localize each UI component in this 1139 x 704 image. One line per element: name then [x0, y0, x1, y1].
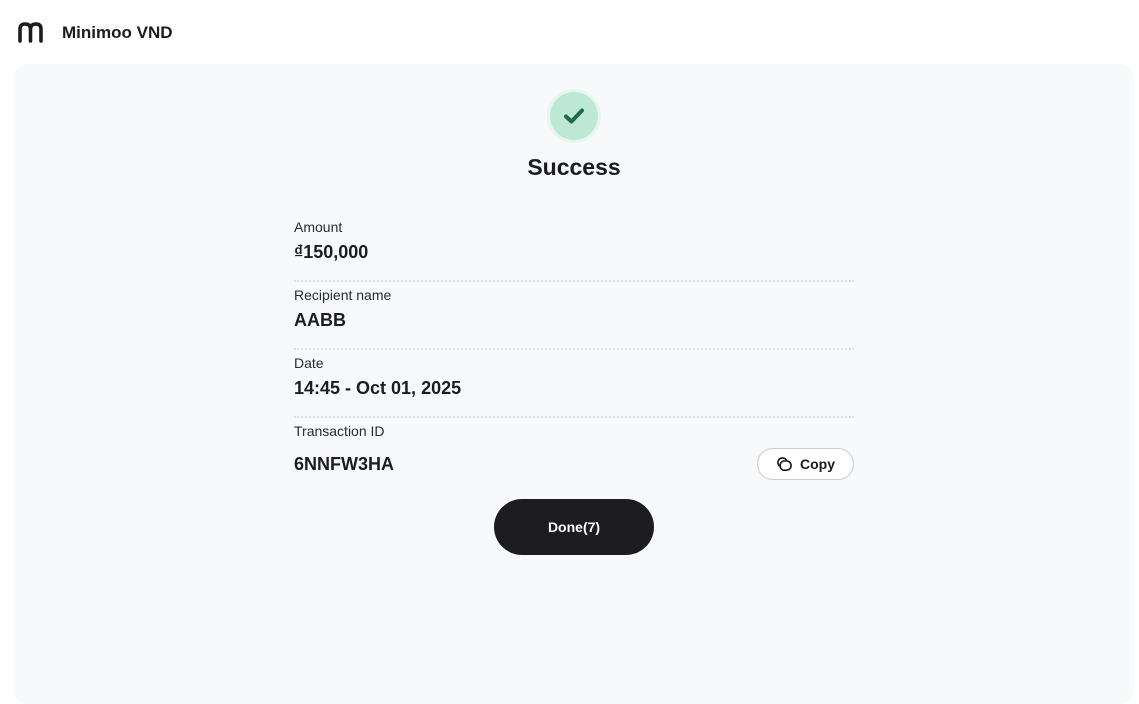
detail-row-amount: Amount ₫150,000 — [294, 214, 854, 282]
amount-value: ₫150,000 — [294, 242, 369, 262]
check-icon — [550, 92, 598, 140]
recipient-name-value: AABB — [294, 310, 346, 330]
done-button[interactable]: Done(7) — [494, 499, 654, 555]
success-badge — [547, 89, 601, 143]
detail-label: Amount — [294, 219, 343, 235]
app-title: Minimoo VND — [62, 23, 173, 42]
copy-button[interactable]: Copy — [757, 448, 854, 480]
copy-icon — [776, 456, 792, 472]
detail-label: Transaction ID — [294, 423, 385, 439]
detail-row-date: Date 14:45 - Oct 01, 2025 — [294, 350, 854, 418]
top-bar: Minimoo VND — [0, 0, 1139, 64]
minimoo-logo-icon — [18, 21, 43, 43]
date-value: 14:45 - Oct 01, 2025 — [294, 378, 462, 398]
detail-row-transaction-id: Transaction ID 6NNFW3HA Copy — [294, 418, 854, 486]
transaction-details: Amount ₫150,000 Recipient name AABB Date… — [294, 214, 854, 486]
detail-label: Date — [294, 355, 324, 371]
status-title: Success — [527, 154, 621, 180]
detail-label: Recipient name — [294, 287, 392, 303]
copy-label: Copy — [800, 456, 835, 472]
transaction-result-panel: Success Amount ₫150,000 Recipient name A… — [14, 64, 1134, 704]
transaction-id-value: 6NNFW3HA — [294, 454, 395, 474]
detail-row-recipient: Recipient name AABB — [294, 282, 854, 350]
